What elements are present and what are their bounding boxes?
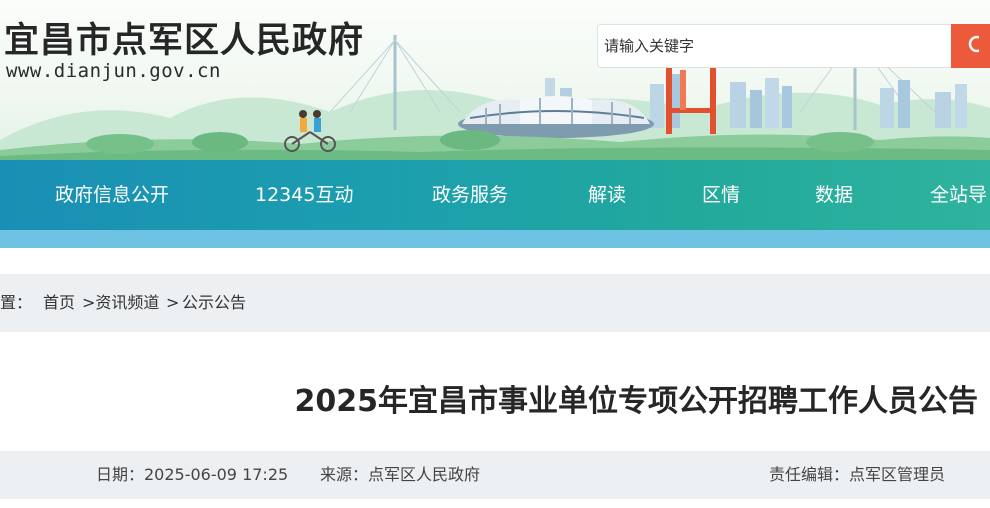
site-url: www.dianjun.gov.cn [6, 60, 221, 82]
search-icon [968, 35, 979, 53]
article-editor: 责任编辑：点军区管理员 [769, 465, 946, 484]
nav-sub-strip [0, 230, 990, 248]
breadcrumb-news-channel[interactable]: >资讯频道 [82, 274, 159, 332]
nav-item-district[interactable]: 区情 [702, 160, 740, 230]
breadcrumb-notices[interactable]: 公示公告 [182, 274, 246, 332]
nav-item-sitemap[interactable]: 全站导 [930, 160, 987, 230]
breadcrumb: 位置： 首页 >资讯频道 > 公示公告 [0, 274, 990, 332]
nav-item-services[interactable]: 政务服务 [432, 160, 508, 230]
site-title: 宜昌市点军区人民政府 [4, 20, 365, 61]
article-source: 来源：点军区人民政府 [320, 465, 481, 484]
main-nav: 政府信息公开 12345互动 政务服务 解读 区情 数据 全站导 [0, 160, 990, 230]
search-button[interactable] [951, 24, 990, 68]
breadcrumb-separator: > [166, 293, 180, 312]
article-meta: 日期：2025-06-09 17:25 来源：点军区人民政府 责任编辑：点军区管… [0, 451, 990, 499]
breadcrumb-home[interactable]: 首页 [43, 274, 75, 332]
search-input[interactable] [597, 24, 952, 68]
article-date: 日期：2025-06-09 17:25 [96, 465, 289, 484]
nav-item-gov-info[interactable]: 政府信息公开 [55, 160, 169, 230]
breadcrumb-prefix: 位置： [0, 293, 33, 312]
site-header: 宜昌市点军区人民政府 www.dianjun.gov.cn [0, 0, 990, 160]
nav-item-data[interactable]: 数据 [815, 160, 853, 230]
nav-item-interpretation[interactable]: 解读 [588, 160, 626, 230]
nav-item-12345[interactable]: 12345互动 [255, 160, 353, 230]
article-title: 2025年宜昌市事业单位专项公开招聘工作人员公告 [294, 384, 979, 419]
